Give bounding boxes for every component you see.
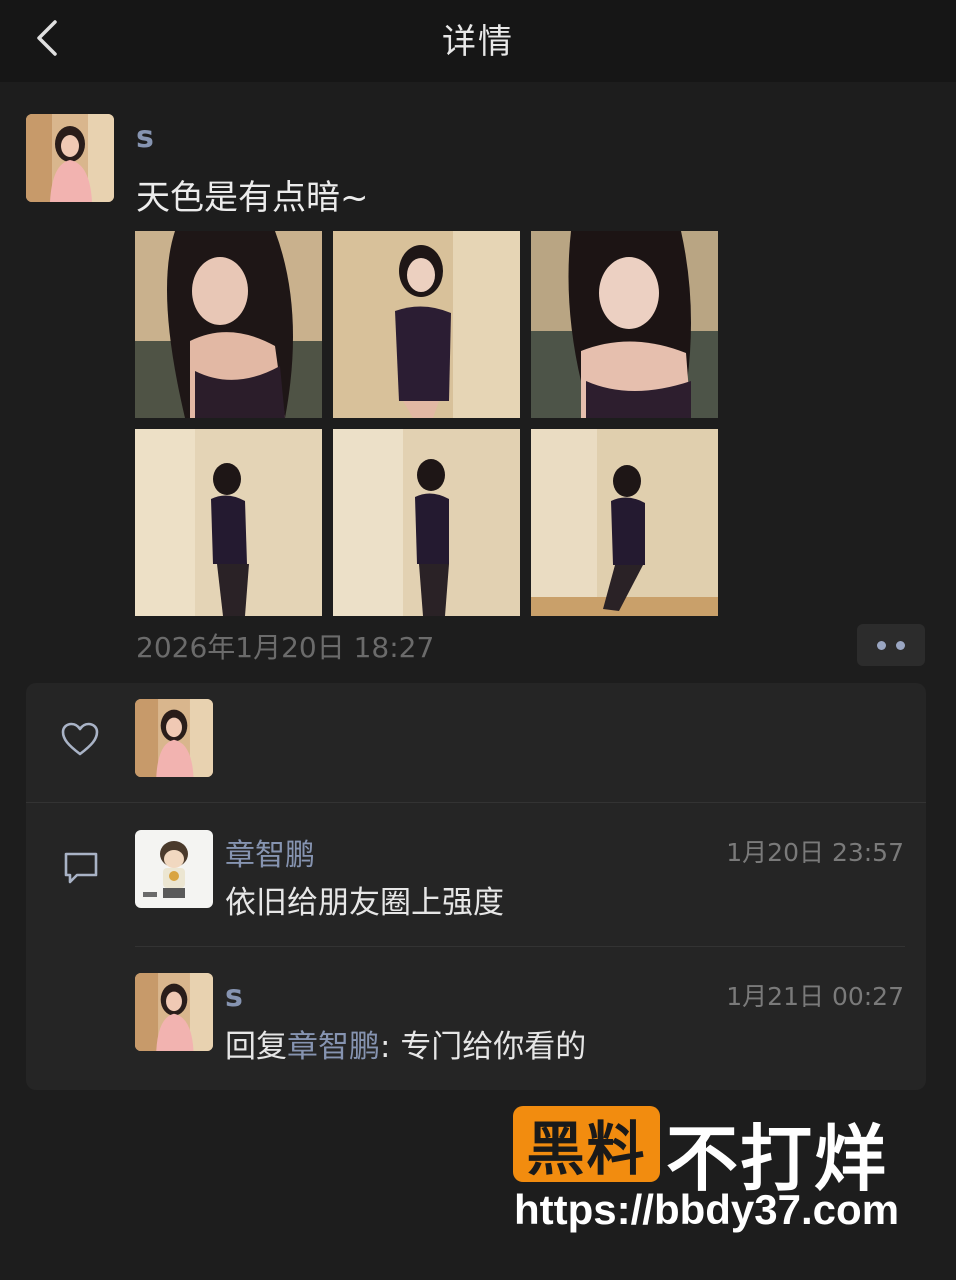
like-user-avatar[interactable] — [135, 699, 213, 777]
commenter-avatar[interactable] — [135, 973, 213, 1051]
more-dots-icon — [877, 640, 886, 650]
commenter-avatar[interactable] — [135, 830, 213, 908]
post-text: 天色是有点暗~ — [136, 178, 369, 218]
photo-3[interactable] — [531, 231, 718, 418]
photo-5[interactable] — [333, 429, 520, 616]
reply-separator: : — [380, 1029, 401, 1065]
photo-1[interactable] — [135, 231, 322, 418]
panel-divider — [26, 802, 926, 803]
watermark-url: https://bbdy37.com — [514, 1186, 900, 1233]
author-name[interactable]: s — [136, 120, 154, 155]
comment-text[interactable]: 依旧给朋友圈上强度 — [225, 877, 504, 922]
reply-prefix: 回复 — [225, 1029, 287, 1065]
photo-2[interactable] — [333, 231, 520, 418]
comment-text[interactable]: 回复章智鹏: 专门给你看的 — [225, 1021, 586, 1066]
post-timestamp: 2026年1月20日 18:27 — [136, 631, 435, 664]
moments-detail-page: 详情 s 天色是有点暗~ 2026年1月20日 18:27 章智鹏 1月20日 … — [0, 0, 956, 1280]
nav-bar: 详情 — [0, 0, 956, 82]
comment-timestamp: 1月20日 23:57 — [726, 838, 904, 867]
comment-timestamp: 1月21日 00:27 — [726, 982, 904, 1011]
author-avatar[interactable] — [26, 114, 114, 202]
more-dots-icon-dot — [896, 640, 905, 650]
photo-6[interactable] — [531, 429, 718, 616]
heart-icon — [61, 722, 99, 756]
reply-text: 专门给你看的 — [400, 1029, 587, 1065]
commenter-name[interactable]: s — [225, 979, 243, 1014]
commenter-name[interactable]: 章智鹏 — [225, 830, 315, 874]
reply-target-name[interactable]: 章智鹏 — [287, 1029, 380, 1065]
page-title: 详情 — [442, 22, 514, 62]
comment-divider — [135, 946, 905, 947]
interaction-panel: 章智鹏 1月20日 23:57 依旧给朋友圈上强度 s 1月21日 00:27 … — [26, 683, 926, 1090]
photo-grid — [135, 231, 719, 617]
comment-icon — [64, 852, 98, 884]
more-button[interactable] — [857, 624, 925, 666]
watermark-badge: 黑料 — [513, 1106, 660, 1183]
photo-4[interactable] — [135, 429, 322, 616]
